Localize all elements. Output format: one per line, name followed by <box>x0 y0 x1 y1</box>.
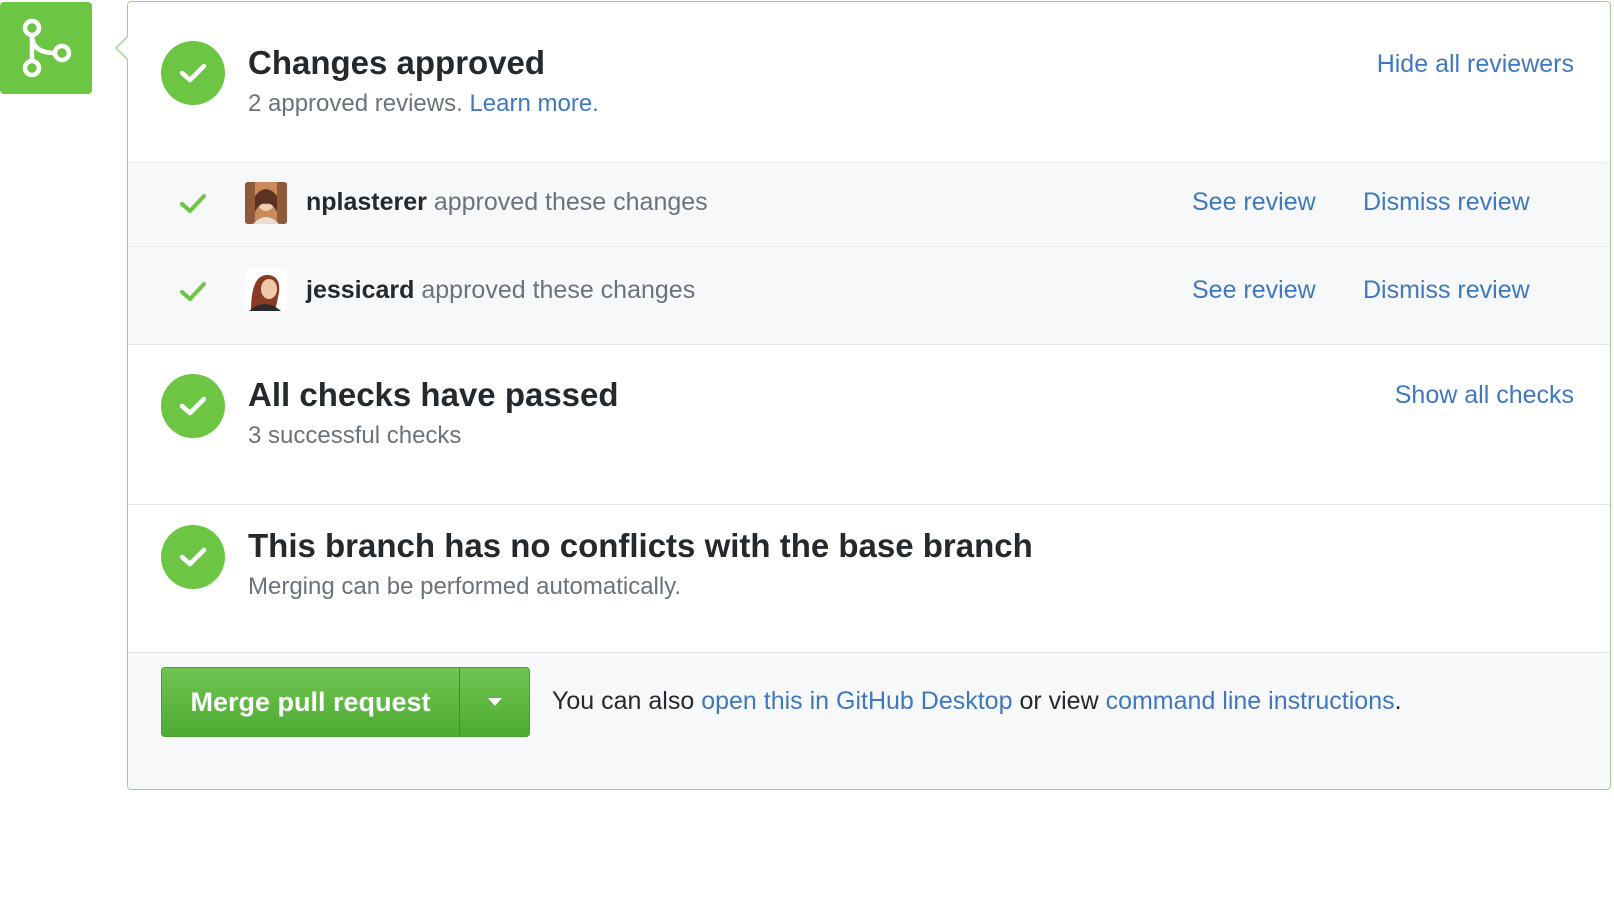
review-action: approved these changes <box>421 276 696 304</box>
merge-options-dropdown[interactable] <box>460 668 529 736</box>
panel-pointer-fill <box>117 36 129 60</box>
review-row: nplasterer approved these changes See re… <box>128 162 1610 246</box>
review-action: approved these changes <box>433 188 708 216</box>
merge-pull-request-button[interactable]: Merge pull request <box>162 668 460 736</box>
see-review-link[interactable]: See review <box>1192 188 1316 217</box>
see-review-link[interactable]: See review <box>1192 276 1316 305</box>
hide-reviewers-link[interactable]: Hide all reviewers <box>1377 50 1574 79</box>
note-suffix: . <box>1394 687 1402 715</box>
merge-status-badge <box>0 2 92 94</box>
review-row: jessicard approved these changes See rev… <box>128 246 1610 344</box>
check-icon <box>179 63 207 83</box>
check-icon <box>180 282 206 301</box>
dismiss-review-link[interactable]: Dismiss review <box>1363 276 1530 305</box>
command-line-instructions-link[interactable]: command line instructions <box>1106 687 1395 715</box>
merge-alternatives-note: You can also open this in GitHub Desktop… <box>552 687 1402 716</box>
merge-panel: Changes approved 2 approved reviews. Lea… <box>127 1 1611 790</box>
check-icon <box>180 194 206 213</box>
merge-button-group: Merge pull request <box>161 667 530 737</box>
reviewer-name[interactable]: nplasterer <box>306 188 427 216</box>
conflicts-status-icon <box>161 525 225 589</box>
learn-more-link[interactable]: Learn more. <box>469 90 598 117</box>
checks-title: All checks have passed <box>248 376 619 413</box>
conflicts-title: This branch has no conflicts with the ba… <box>248 527 1033 564</box>
open-in-desktop-link[interactable]: open this in GitHub Desktop <box>701 687 1012 715</box>
avatar[interactable] <box>245 269 287 311</box>
approvals-subtitle: 2 approved reviews. Learn more. <box>248 90 599 118</box>
conflicts-subtitle: Merging can be performed automatically. <box>248 573 682 600</box>
note-middle: or view <box>1019 687 1099 715</box>
checks-status-icon <box>161 374 225 438</box>
note-prefix: You can also <box>552 687 695 715</box>
avatar-image <box>245 269 287 311</box>
merge-section: Merge pull request You can also open thi… <box>128 652 1610 789</box>
approvals-section: Changes approved 2 approved reviews. Lea… <box>128 2 1610 162</box>
review-text: jessicard approved these changes <box>306 276 695 305</box>
approved-status-icon <box>161 41 225 105</box>
check-icon <box>179 547 207 567</box>
check-icon <box>179 396 207 416</box>
avatar[interactable] <box>245 182 287 224</box>
dismiss-review-link[interactable]: Dismiss review <box>1363 188 1530 217</box>
approvals-title: Changes approved <box>248 44 546 81</box>
checks-section: All checks have passed 3 successful chec… <box>128 344 1610 504</box>
caret-down-icon <box>487 698 502 706</box>
reviewer-name[interactable]: jessicard <box>306 276 414 304</box>
git-merge-icon <box>22 18 72 78</box>
conflicts-section: This branch has no conflicts with the ba… <box>128 504 1610 652</box>
checks-subtitle: 3 successful checks <box>248 422 462 449</box>
review-text: nplasterer approved these changes <box>306 188 708 217</box>
approvals-count: 2 approved reviews. <box>248 90 463 117</box>
show-checks-link[interactable]: Show all checks <box>1395 381 1574 410</box>
avatar-image <box>245 182 287 224</box>
